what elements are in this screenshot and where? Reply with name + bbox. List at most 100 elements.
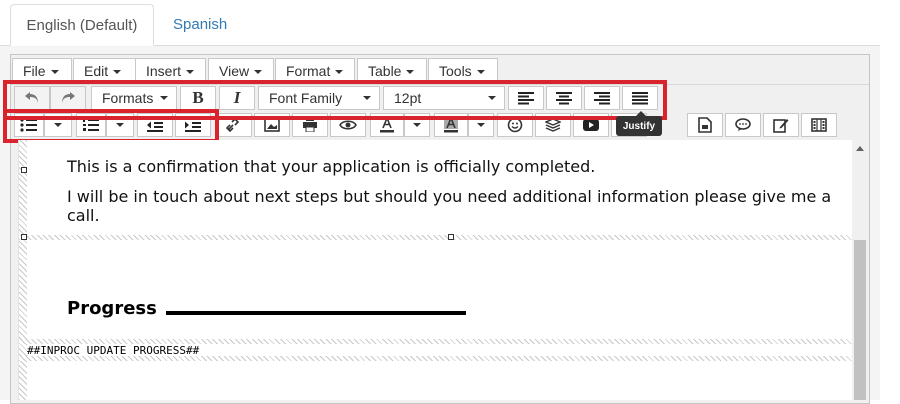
align-left-button[interactable] bbox=[508, 86, 544, 110]
redo-icon bbox=[62, 92, 75, 103]
print-button[interactable] bbox=[292, 113, 328, 137]
text-color-dropdown[interactable] bbox=[404, 113, 430, 137]
menu-tools[interactable]: Tools bbox=[428, 58, 498, 84]
chevron-down-icon bbox=[116, 123, 124, 127]
paragraph-next-steps[interactable]: I will be in touch about next steps but … bbox=[67, 187, 837, 225]
italic-button[interactable]: I bbox=[219, 86, 255, 110]
editor-content-area[interactable]: This is a confirmation that your applica… bbox=[18, 140, 852, 400]
chevron-down-icon bbox=[335, 70, 344, 75]
menu-file[interactable]: File bbox=[12, 58, 72, 84]
document-button[interactable] bbox=[687, 113, 723, 137]
image-icon bbox=[264, 118, 280, 132]
link-button[interactable] bbox=[216, 113, 252, 137]
menu-table[interactable]: Table bbox=[357, 58, 427, 84]
bold-button[interactable]: B bbox=[180, 86, 216, 110]
align-right-icon bbox=[594, 92, 610, 105]
menu-format[interactable]: Format bbox=[275, 58, 355, 84]
menu-table-label: Table bbox=[368, 63, 402, 79]
font-family-dropdown[interactable]: Font Family bbox=[258, 86, 380, 110]
layers-icon bbox=[545, 118, 561, 132]
menu-file-label: File bbox=[23, 63, 46, 79]
layers-button[interactable] bbox=[535, 113, 571, 137]
youtube-button[interactable] bbox=[573, 113, 609, 137]
align-justify-button[interactable] bbox=[622, 86, 658, 110]
preview-icon bbox=[339, 120, 357, 130]
outdent-button[interactable] bbox=[137, 113, 173, 137]
youtube-icon bbox=[583, 119, 599, 131]
chevron-down-icon bbox=[406, 70, 415, 75]
font-size-label: 12pt bbox=[394, 90, 422, 106]
chevron-down-icon bbox=[254, 70, 263, 75]
menu-tools-label: Tools bbox=[439, 63, 472, 79]
preview-button[interactable] bbox=[330, 113, 366, 137]
language-tabs: English (Default) Spanish bbox=[0, 0, 900, 46]
chevron-down-icon bbox=[50, 70, 59, 75]
chevron-down-icon bbox=[488, 96, 496, 100]
formats-label: Formats bbox=[102, 90, 154, 106]
menu-view[interactable]: View bbox=[208, 58, 274, 84]
indent-button[interactable] bbox=[175, 113, 211, 137]
menu-insert-label: Insert bbox=[146, 63, 182, 79]
font-size-dropdown[interactable]: 12pt bbox=[383, 86, 505, 110]
image-button[interactable] bbox=[254, 113, 290, 137]
background-color-icon bbox=[444, 117, 458, 133]
menu-format-label: Format bbox=[286, 63, 331, 79]
placeholder-border-bottom bbox=[19, 356, 852, 361]
background-color-button[interactable] bbox=[434, 113, 468, 137]
progress-heading[interactable]: Progress bbox=[67, 298, 157, 319]
editor-menubar: File Edit Insert View Format Table Tools bbox=[11, 55, 869, 85]
chevron-down-icon bbox=[160, 96, 168, 100]
menu-edit[interactable]: Edit bbox=[73, 58, 136, 84]
resize-handle[interactable] bbox=[448, 234, 454, 240]
undo-icon bbox=[25, 92, 38, 103]
chevron-down-icon bbox=[113, 70, 122, 75]
progress-underline bbox=[166, 311, 466, 315]
scroll-thumb[interactable] bbox=[854, 240, 866, 400]
bullet-list-dropdown[interactable] bbox=[44, 113, 72, 137]
chevron-down-icon bbox=[54, 123, 62, 127]
print-icon bbox=[303, 118, 317, 132]
media-button[interactable] bbox=[801, 113, 837, 137]
text-color-icon bbox=[380, 117, 394, 133]
block-border-divider bbox=[19, 235, 852, 240]
redo-button[interactable] bbox=[50, 86, 86, 110]
numbered-list-icon bbox=[83, 119, 99, 131]
align-center-button[interactable] bbox=[546, 86, 582, 110]
tab-english-default[interactable]: English (Default) bbox=[10, 4, 154, 46]
menu-edit-label: Edit bbox=[84, 63, 109, 79]
menu-insert[interactable]: Insert bbox=[135, 58, 206, 84]
undo-button[interactable] bbox=[14, 86, 50, 110]
bullet-list-icon bbox=[20, 118, 37, 132]
chevron-down-icon bbox=[476, 70, 485, 75]
edit-button[interactable] bbox=[763, 113, 799, 137]
scroll-up-icon[interactable] bbox=[856, 146, 864, 151]
resize-handle[interactable] bbox=[21, 234, 27, 240]
editor-scrollbar[interactable] bbox=[852, 140, 868, 400]
numbered-list-dropdown[interactable] bbox=[106, 113, 134, 137]
document-icon bbox=[698, 117, 712, 133]
font-family-label: Font Family bbox=[269, 90, 343, 106]
menu-view-label: View bbox=[219, 63, 250, 79]
emoticons-icon bbox=[507, 117, 523, 133]
background-color-dropdown[interactable] bbox=[468, 113, 494, 137]
comment-button[interactable] bbox=[725, 113, 761, 137]
chevron-down-icon bbox=[477, 123, 485, 127]
block-border-left bbox=[19, 140, 27, 400]
resize-handle[interactable] bbox=[21, 167, 27, 173]
align-right-button[interactable] bbox=[584, 86, 620, 110]
indent-icon bbox=[185, 118, 201, 132]
numbered-list-button[interactable] bbox=[76, 113, 106, 137]
tab-spanish[interactable]: Spanish bbox=[158, 4, 242, 46]
emoticons-button[interactable] bbox=[497, 113, 533, 137]
chevron-down-icon bbox=[413, 123, 421, 127]
media-icon bbox=[811, 118, 827, 132]
formats-dropdown[interactable]: Formats bbox=[91, 86, 177, 110]
bullet-list-button[interactable] bbox=[14, 113, 44, 137]
outdent-icon bbox=[147, 118, 163, 132]
paragraph-confirmation[interactable]: This is a confirmation that your applica… bbox=[67, 157, 827, 176]
chevron-down-icon bbox=[363, 96, 371, 100]
align-justify-icon bbox=[632, 92, 648, 105]
text-color-button[interactable] bbox=[370, 113, 404, 137]
align-left-icon bbox=[518, 92, 534, 105]
comment-icon bbox=[735, 118, 751, 131]
